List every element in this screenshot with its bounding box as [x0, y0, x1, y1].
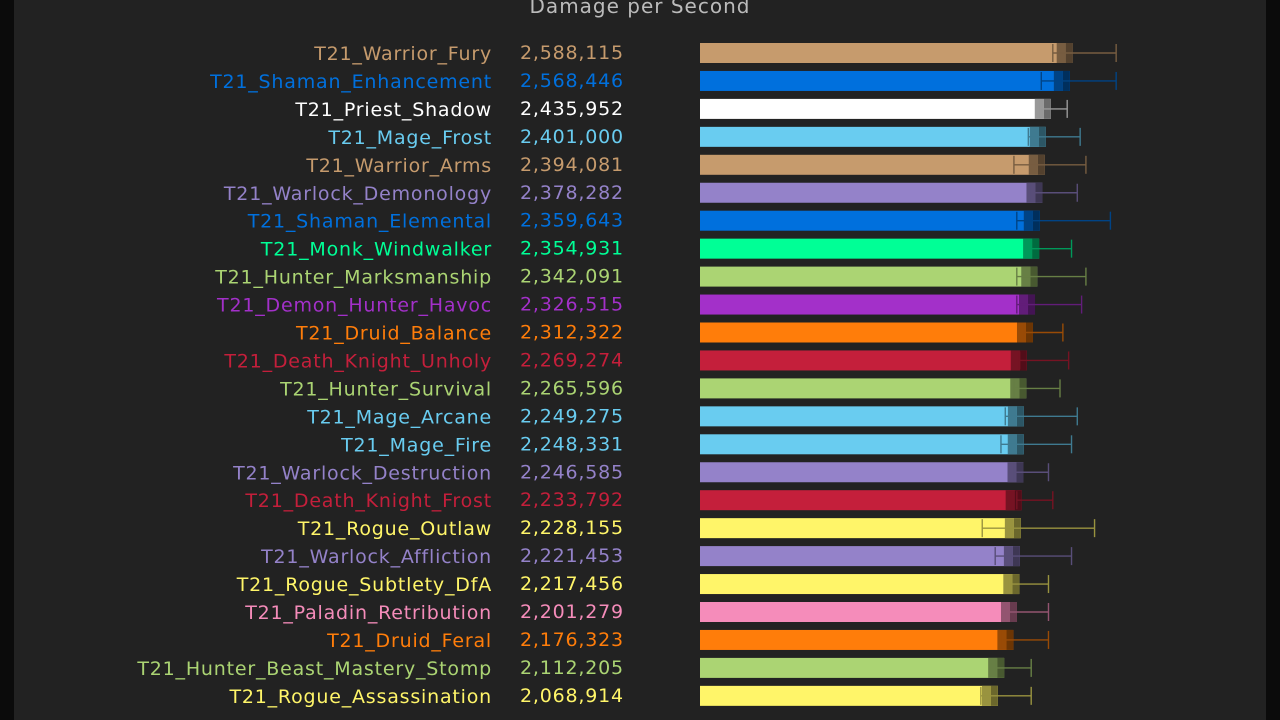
bar [700, 98, 1051, 119]
bar-value-label: 2,312,322 [520, 322, 624, 344]
bar-value-label: 2,233,792 [520, 489, 624, 511]
bar-value-label: 2,112,205 [520, 657, 624, 679]
bar-label: T21_Mage_Fire [340, 434, 492, 456]
bar-label: T21_Priest_Shadow [294, 99, 492, 121]
bar [700, 685, 998, 706]
bar-label: T21_Demon_Hunter_Havoc [216, 295, 492, 317]
bar [700, 490, 1022, 511]
bar-shade [1010, 350, 1020, 371]
bar-value-label: 2,246,585 [520, 461, 624, 483]
bar-label: T21_Monk_Windwalker [260, 239, 492, 261]
bar [700, 43, 1073, 63]
bar [700, 294, 1036, 315]
bar-label: T21_Shaman_Elemental [247, 211, 492, 233]
bar-label: T21_Hunter_Survival [279, 378, 492, 400]
bar-value-label: 2,221,453 [520, 545, 624, 567]
bar-label: T21_Warlock_Destruction [232, 462, 492, 484]
bar-label: T21_Shaman_Enhancement [209, 71, 492, 93]
bar-value-label: 2,354,931 [520, 238, 624, 260]
bar-label: T21_Druid_Balance [295, 323, 492, 345]
bar-value-label: 2,269,274 [520, 349, 624, 371]
bar-label: T21_Paladin_Retribution [244, 602, 492, 624]
bar [700, 378, 1027, 399]
bar-shade [988, 657, 998, 678]
bar-value-label: 2,248,331 [520, 433, 624, 455]
bar-value-label: 2,401,000 [520, 126, 624, 148]
bar-value-label: 2,228,155 [520, 517, 624, 539]
bar [700, 602, 1017, 622]
bar-label: T21_Druid_Feral [326, 630, 492, 652]
bar [700, 154, 1045, 175]
bar [700, 574, 1020, 595]
bar-value-label: 2,326,515 [520, 294, 624, 316]
bar [700, 210, 1040, 231]
bar-label: T21_Hunter_Marksmanship [214, 267, 492, 289]
bar-value-label: 2,201,279 [520, 601, 624, 623]
bar [700, 70, 1070, 91]
bar-label: T21_Mage_Frost [327, 127, 492, 149]
bar [700, 406, 1024, 427]
bar [700, 182, 1043, 203]
bar [700, 657, 1005, 678]
bar-label: T21_Rogue_Outlaw [297, 518, 492, 540]
bar-value-label: 2,378,282 [520, 182, 624, 204]
bar-value-label: 2,359,643 [520, 210, 624, 232]
bar-value-label: 2,265,596 [520, 377, 624, 399]
bar-value-label: 2,217,456 [520, 573, 624, 595]
bar [700, 350, 1027, 371]
bar-label: T21_Death_Knight_Unholy [223, 350, 492, 372]
bar-value-label: 2,394,081 [520, 154, 624, 176]
bar [700, 546, 1020, 567]
bar-label: T21_Rogue_Subtlety_DfA [236, 574, 492, 596]
bar-value-label: 2,568,446 [520, 70, 624, 92]
bar-label: T21_Hunter_Beast_Mastery_Stomp [136, 658, 492, 680]
bar [700, 518, 1021, 539]
bar [700, 462, 1024, 483]
bar-label: T21_Rogue_Assassination [228, 686, 492, 708]
bar-label: T21_Death_Knight_Frost [244, 490, 492, 512]
bar-label: T21_Warrior_Arms [305, 155, 492, 177]
bar [700, 629, 1014, 650]
bar-label: T21_Mage_Arcane [306, 406, 492, 428]
bar [700, 322, 1033, 343]
bar-label: T21_Warrior_Fury [313, 43, 492, 65]
bar [700, 126, 1046, 147]
bar-label: T21_Warlock_Demonology [223, 183, 492, 205]
bar-value-label: 2,435,952 [520, 98, 624, 120]
bar-chart: T21_Warrior_Fury 2,588,115 T21_Shaman_Enha… [136, 42, 1117, 708]
bar-shade [1005, 490, 1015, 511]
bar-value-label: 2,588,115 [520, 42, 624, 64]
bar [700, 238, 1040, 259]
bar-value-label: 2,249,275 [520, 405, 624, 427]
bar [700, 434, 1024, 455]
bar-value-label: 2,342,091 [520, 266, 624, 288]
bar-label: T21_Warlock_Affliction [260, 546, 492, 568]
bar-value-label: 2,068,914 [520, 685, 624, 707]
bar [700, 266, 1038, 287]
bar-value-label: 2,176,323 [520, 629, 624, 651]
